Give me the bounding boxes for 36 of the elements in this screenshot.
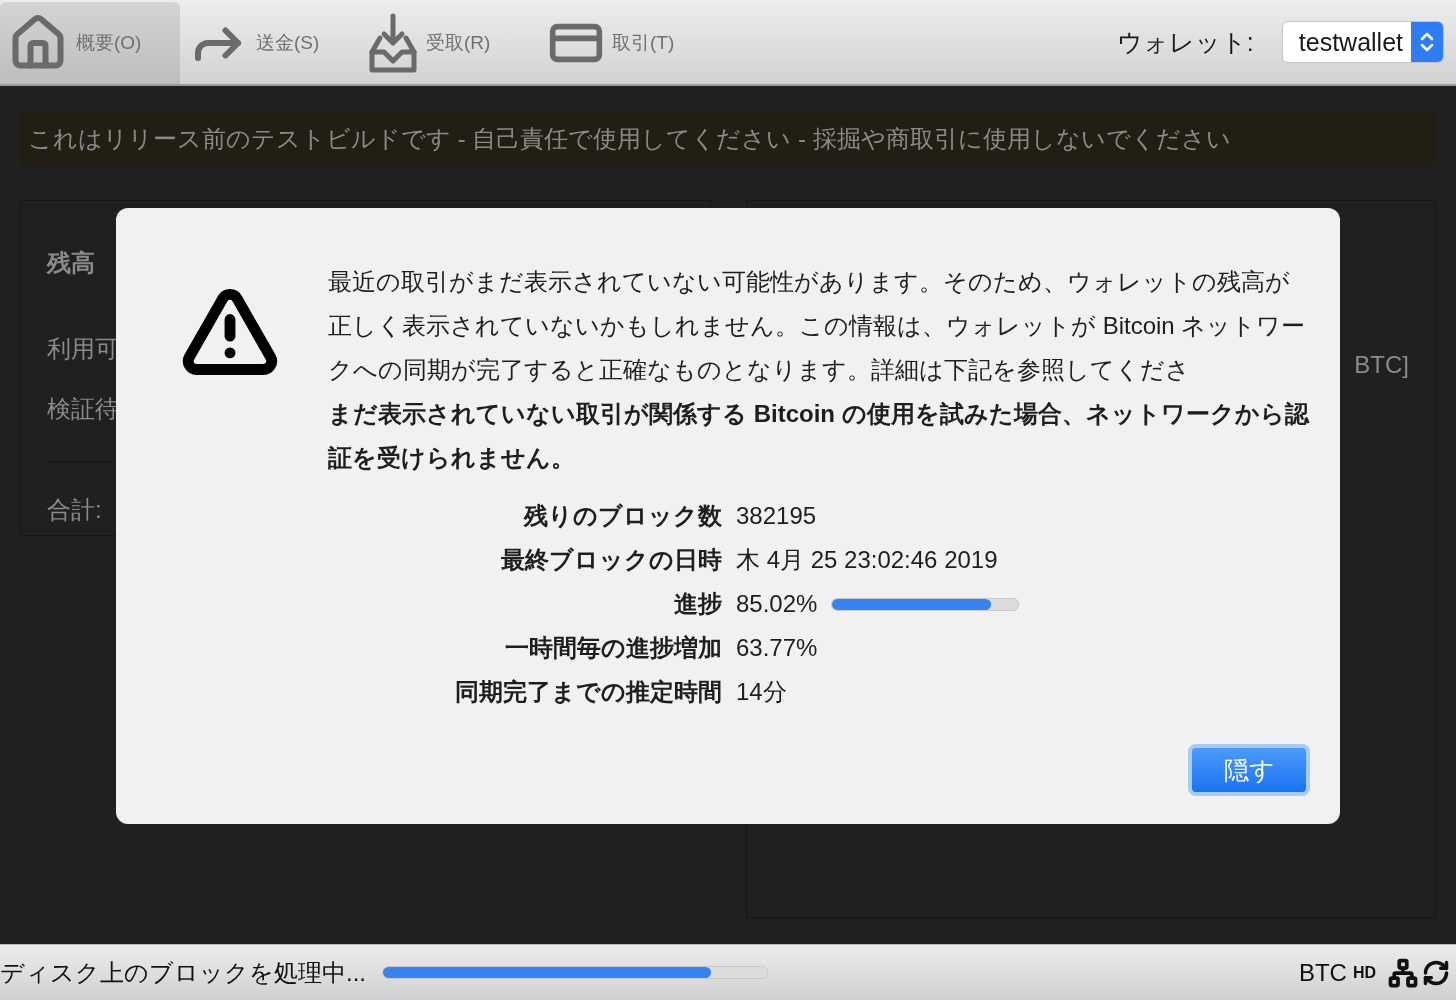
info-value: 木 4月 25 23:02:46 2019 — [736, 545, 998, 575]
info-value: 14分 — [736, 677, 787, 707]
sync-message: 最近の取引がまだ表示されていない可能性があります。そのため、ウォレットの残高が正しく表示されていないかもしれません。この情報は、ウォレットが Bitcoin ネットワークへの同期が完了すると正確なものとなります。詳細は下記を参照してくださ — [328, 267, 1307, 385]
info-value: 382195 — [736, 501, 817, 531]
info-label: 最終ブロックの日時 — [500, 545, 722, 575]
amount-text: BTC] — [1354, 351, 1409, 379]
info-value: 63.77% — [736, 633, 818, 663]
wallet-label: ウォレット: — [1116, 26, 1254, 58]
tab-label: 送金(S) — [256, 31, 320, 55]
info-label: 残りのブロック数 — [522, 501, 722, 531]
toolbar-tab[interactable]: 送金(S) — [180, 2, 360, 84]
total-label: 合計: — [47, 495, 102, 525]
tab-label: 取引(T) — [612, 31, 675, 55]
tab-label: 受取(R) — [426, 31, 491, 55]
hide-button[interactable]: 隠す — [1188, 744, 1310, 796]
network-icon[interactable] — [1388, 957, 1418, 988]
toolbar-tab[interactable]: 概要(O) — [0, 2, 180, 84]
info-label: 同期完了までの推定時間 — [454, 677, 722, 707]
inbox-download-icon — [368, 12, 418, 74]
tab-label: 概要(O) — [76, 31, 142, 55]
info-label: 進捗 — [673, 589, 722, 619]
toolbar-tab[interactable]: 取引(T) — [540, 2, 720, 84]
balance-label: 利用可 — [47, 334, 119, 364]
sync-icon[interactable] — [1422, 958, 1450, 987]
status-text: ディスク上のブロックを処理中... — [0, 957, 366, 988]
sync-warning: まだ表示されていない取引が関係する Bitcoin の使用を試みた場合、ネットワークから認証を受けられません。 — [328, 399, 1310, 473]
hd-indicator: HD — [1352, 963, 1376, 982]
info-label: 一時間毎の進捗増加 — [504, 633, 722, 663]
stepper-icon — [1411, 22, 1443, 62]
unit-label[interactable]: BTC — [1298, 958, 1347, 987]
warning-banner: これはリリース前のテストビルドです - 自己責任で使用してください - 採掘や商取引に使用しないでください — [20, 112, 1436, 166]
panel-title: 残高 — [47, 248, 95, 278]
toolbar-tab[interactable]: 受取(R) — [360, 2, 540, 84]
info-value: 85.02% — [736, 589, 818, 619]
wallet-select[interactable]: testwallet — [1281, 21, 1444, 63]
balance-label: 検証待 — [47, 394, 119, 424]
